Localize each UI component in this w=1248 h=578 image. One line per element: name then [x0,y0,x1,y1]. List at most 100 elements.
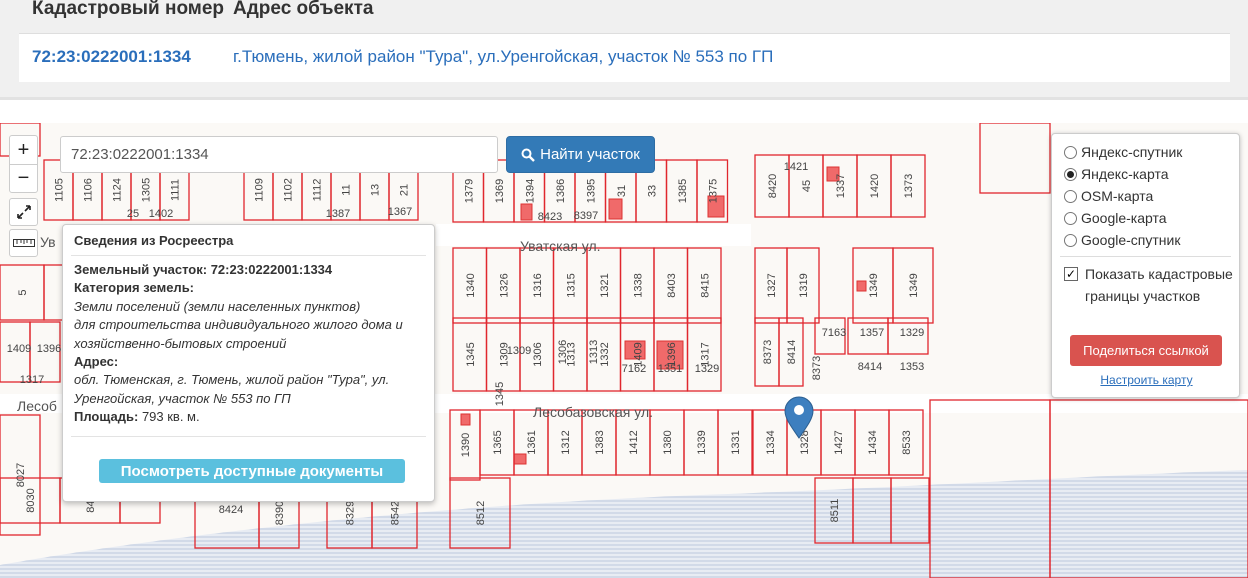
parcel-number: 1379 [463,179,475,203]
parcel-number: 1315 [565,273,577,297]
zoom-control: + − [9,135,38,193]
parcel-number: 8373 [762,340,774,364]
parcel-number: 1332 [599,342,611,366]
parcel-number: 1387 [326,208,350,220]
parcel-number: 1338 [632,273,644,297]
layer-option-yandex-satellite[interactable]: Яндекс-спутник [1064,142,1182,162]
parcel-value: 72:23:0222001:1334 [210,262,333,277]
parcel-number: 1353 [900,361,924,373]
parcel-number: 8533 [901,430,913,454]
show-borders-label: Показать кадастровые границы участков [1085,266,1233,304]
parcel-number: 11 [341,184,353,195]
parcel-number: 1421 [784,161,808,173]
layer-option-label: Google-карта [1081,210,1167,226]
parcel-number: 1383 [594,430,606,454]
radio-button[interactable] [1064,211,1077,225]
parcel-number: 1412 [628,430,640,454]
expand-icon [16,205,31,219]
street-label: Ув [40,234,56,250]
parcel-number: 1375 [707,179,719,203]
parcel-number: 8415 [699,273,711,297]
parcel-number: 1434 [867,430,879,454]
parcel-number: 25 [127,208,139,220]
divider [71,255,426,256]
building [608,198,623,220]
parcel-number: 1316 [532,273,544,297]
parcel-number: 8390 [274,501,286,525]
layer-option-label: Яндекс-спутник [1081,144,1183,160]
parcel-number: 1312 [560,430,572,454]
zoom-in-button[interactable]: + [10,136,37,164]
parcel-number: 1402 [149,208,173,220]
parcel-number: 8511 [829,499,841,523]
parcel-number: 1106 [83,178,95,202]
parcel-number: 1309 [507,345,531,357]
building [460,413,471,426]
rosreestr-info-popup: Сведения из Росреестра Земельный участок… [62,224,435,502]
cadastral-number-link[interactable]: 72:23:0222001:1334 [32,47,191,67]
configure-map-link[interactable]: Настроить карту [1052,373,1241,387]
parcel-number: 1124 [112,178,124,202]
parcel-number: 7163 [822,327,846,339]
layer-option-google-satellite[interactable]: Google-спутник [1064,230,1180,250]
search-input[interactable] [60,136,498,173]
address-link[interactable]: г.Тюмень, жилой район "Тура", ул.Уренгой… [233,47,773,67]
view-documents-button[interactable]: Посмотреть доступные документы [99,459,405,483]
popup-title: Сведения из Росреестра [74,233,234,248]
category-label: Категория земель: [74,280,195,296]
share-link-button[interactable]: Поделиться ссылкой [1070,335,1222,366]
parcel-number: 1390 [460,433,472,457]
parcel-number: 8414 [858,361,882,373]
parcel-number: 1305 [141,178,153,202]
find-parcel-button[interactable]: Найти участок [506,136,655,173]
radio-button-selected[interactable] [1064,167,1077,181]
ruler-button[interactable] [9,229,38,257]
parcel-number: 8512 [475,501,487,525]
parcel-number: 1329 [900,327,924,339]
category-value: Земли поселений (земли населенных пункто… [74,298,361,314]
parcel-number: 1321 [599,273,611,297]
address-label: Адрес: [74,354,119,370]
parcel-number: 8030 [25,488,37,512]
parcel-number: 1105 [54,178,66,202]
parcel-number: 1361 [526,430,538,454]
fullscreen-button[interactable] [9,198,38,226]
parcel-number: 1373 [903,174,915,198]
show-borders-checkbox[interactable]: ✓ [1064,267,1078,281]
page: Кадастровый номер Адрес объекта 72:23:02… [0,0,1248,578]
layer-option-google-map[interactable]: Google-карта [1064,208,1167,228]
zoom-out-button[interactable]: − [10,164,37,192]
layer-option-label: Google-спутник [1081,232,1181,248]
parcel-number: 1345 [494,382,506,406]
parcel-number: 1327 [766,273,778,297]
parcel-number: 1369 [494,179,506,203]
parcel-number: 1385 [677,179,689,203]
layer-option-label: OSM-карта [1081,188,1154,204]
parcel-number: 1317 [20,374,44,386]
table-header: Кадастровый номер Адрес объекта [19,0,1230,34]
layer-switcher: Яндекс-спутник Яндекс-карта OSM-карта Go… [1051,133,1240,398]
parcel-number: 1349 [908,273,920,297]
parcel-number: 1337 [835,174,847,198]
street-label: Лесобазовская ул. [533,404,653,420]
parcel-number: 5 [17,289,29,295]
parcel-number: 1357 [860,327,884,339]
parcel-number: 1329 [695,363,719,375]
radio-button[interactable] [1064,233,1077,247]
address-value: обл. Тюменская, г. Тюмень, жилой район "… [74,372,390,406]
radio-button[interactable] [1064,145,1077,159]
parcel-label: Земельный участок: [74,262,208,277]
building [513,453,527,465]
find-parcel-label: Найти участок [540,146,640,163]
permitted-use-value: для строительства индивидуального жилого… [74,317,403,351]
radio-button[interactable] [1064,189,1077,203]
parcel-number: 1339 [696,430,708,454]
parcel-number: 1334 [765,430,777,454]
parcel-number: 21 [399,184,411,196]
parcel-number: 1319 [798,273,810,297]
parcel-number: 1306 [557,340,569,364]
parcel-number: 8403 [666,273,678,297]
parcel-number: 8542 [390,501,402,525]
layer-option-yandex-map[interactable]: Яндекс-карта [1064,164,1168,184]
layer-option-osm-map[interactable]: OSM-карта [1064,186,1153,206]
